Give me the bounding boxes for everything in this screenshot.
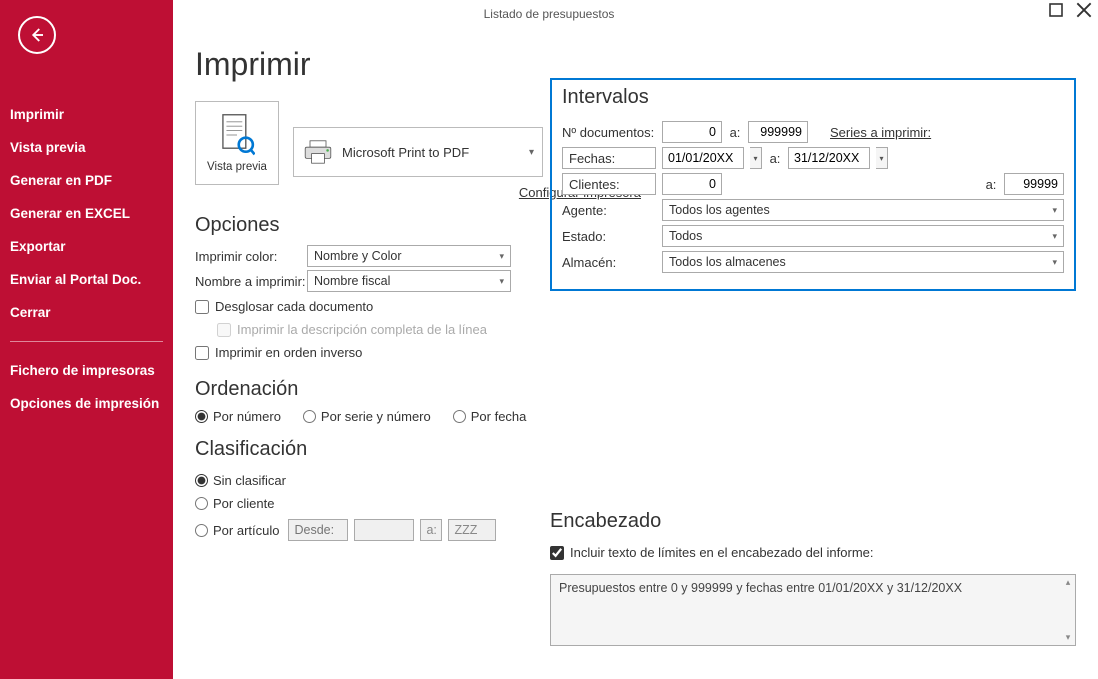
chk-incluir-texto[interactable]: Incluir texto de límites en el encabezad…	[550, 545, 874, 560]
almacen-select[interactable]: Todos los almacenes ▾	[662, 251, 1064, 273]
ndoc-from-input[interactable]	[662, 121, 722, 143]
imprimir-color-value: Nombre y Color	[314, 249, 402, 263]
fecha-to-dd[interactable]: ▾	[876, 147, 888, 169]
clientes-to-input[interactable]	[1004, 173, 1064, 195]
sidebar-item-cerrar[interactable]: Cerrar	[0, 296, 173, 329]
imprimir-color-label: Imprimir color:	[195, 249, 307, 264]
nombre-value: Nombre fiscal	[314, 274, 390, 288]
clientes-button[interactable]: Clientes:	[562, 173, 656, 195]
nombre-label: Nombre a imprimir:	[195, 274, 307, 289]
sidebar-item-enviar-portal[interactable]: Enviar al Portal Doc.	[0, 263, 173, 296]
document-preview-icon	[219, 113, 255, 157]
radio-por-serie[interactable]: Por serie y número	[303, 409, 431, 424]
a-value-input[interactable]	[448, 519, 496, 541]
back-button[interactable]	[18, 16, 56, 54]
agente-value: Todos los agentes	[669, 203, 770, 217]
radio-por-numero[interactable]: Por número	[195, 409, 281, 424]
chk-desglosar[interactable]: Desglosar cada documento	[195, 299, 373, 314]
chk-orden-inverso[interactable]: Imprimir en orden inverso	[195, 345, 362, 360]
estado-label: Estado:	[562, 229, 656, 244]
chk-desc-linea: Imprimir la descripción completa de la l…	[217, 322, 487, 337]
encabezado-textarea[interactable]: Presupuestos entre 0 y 999999 y fechas e…	[550, 574, 1076, 646]
a-label-fecha: a:	[768, 151, 782, 166]
chevron-down-icon: ▾	[1052, 205, 1057, 216]
sidebar: Imprimir Vista previa Generar en PDF Gen…	[0, 0, 173, 679]
printer-icon	[302, 138, 334, 166]
sidebar-item-opciones-impresion[interactable]: Opciones de impresión	[0, 387, 173, 420]
chk-desglosar-label: Desglosar cada documento	[215, 299, 373, 314]
fecha-from-input[interactable]	[662, 147, 744, 169]
agente-select[interactable]: Todos los agentes ▾	[662, 199, 1064, 221]
encabezado-title: Encabezado	[550, 510, 1076, 533]
a-label-input[interactable]	[420, 519, 442, 541]
fecha-to-input[interactable]	[788, 147, 870, 169]
chevron-down-icon: ▾	[1052, 257, 1057, 268]
sidebar-item-generar-pdf[interactable]: Generar en PDF	[0, 164, 173, 197]
sidebar-item-generar-excel[interactable]: Generar en EXCEL	[0, 197, 173, 230]
chk-desc-linea-label: Imprimir la descripción completa de la l…	[237, 322, 487, 337]
estado-select[interactable]: Todos ▾	[662, 225, 1064, 247]
nombre-select[interactable]: Nombre fiscal ▾	[307, 270, 511, 292]
imprimir-color-select[interactable]: Nombre y Color ▾	[307, 245, 511, 267]
chk-incluir-texto-label: Incluir texto de límites en el encabezad…	[570, 545, 874, 560]
chevron-down-icon: ▾	[529, 147, 534, 158]
radio-sin-clasificar[interactable]: Sin clasificar	[195, 473, 1076, 488]
encabezado-text: Presupuestos entre 0 y 999999 y fechas e…	[559, 581, 962, 595]
printer-name: Microsoft Print to PDF	[342, 145, 469, 160]
a-label-clientes: a:	[984, 177, 998, 192]
chevron-down-icon: ▾	[1052, 231, 1057, 242]
clasificacion-title: Clasificación	[195, 438, 1076, 461]
a-label: a:	[728, 125, 742, 140]
window-title: Listado de presupuestos	[484, 7, 615, 21]
chk-desc-linea-input	[217, 323, 231, 337]
fecha-from-dd[interactable]: ▾	[750, 147, 762, 169]
printer-dropdown[interactable]: Microsoft Print to PDF ▾	[293, 127, 543, 177]
sidebar-item-fichero-impresoras[interactable]: Fichero de impresoras	[0, 354, 173, 387]
agente-label: Agente:	[562, 203, 656, 218]
desde-input[interactable]	[288, 519, 348, 541]
chk-orden-inverso-input[interactable]	[195, 346, 209, 360]
chevron-down-icon: ▾	[499, 276, 504, 287]
desde-value-input[interactable]	[354, 519, 414, 541]
sidebar-item-exportar[interactable]: Exportar	[0, 230, 173, 263]
scrollbar[interactable]: ▴▾	[1063, 577, 1073, 643]
clientes-from-input[interactable]	[662, 173, 722, 195]
series-imprimir-link[interactable]: Series a imprimir:	[830, 125, 931, 140]
chk-incluir-texto-input[interactable]	[550, 546, 564, 560]
ndoc-label: Nº documentos:	[562, 125, 656, 140]
estado-value: Todos	[669, 229, 702, 243]
chk-orden-inverso-label: Imprimir en orden inverso	[215, 345, 362, 360]
radio-por-fecha[interactable]: Por fecha	[453, 409, 527, 424]
sidebar-item-vista-previa[interactable]: Vista previa	[0, 131, 173, 164]
ordenacion-title: Ordenación	[195, 378, 1076, 401]
encabezado-panel: Encabezado Incluir texto de límites en e…	[550, 496, 1076, 646]
chk-desglosar-input[interactable]	[195, 300, 209, 314]
window-close-icon[interactable]	[1076, 2, 1092, 18]
intervalos-title: Intervalos	[562, 86, 1064, 109]
ndoc-to-input[interactable]	[748, 121, 808, 143]
sidebar-item-imprimir[interactable]: Imprimir	[0, 98, 173, 131]
fechas-button[interactable]: Fechas:	[562, 147, 656, 169]
almacen-label: Almacén:	[562, 255, 656, 270]
intervalos-panel: Intervalos Nº documentos: a: Series a im…	[550, 78, 1076, 291]
preview-button[interactable]: Vista previa	[195, 101, 279, 185]
chevron-down-icon: ▾	[499, 251, 504, 262]
almacen-value: Todos los almacenes	[669, 255, 786, 269]
preview-label: Vista previa	[207, 161, 267, 173]
sidebar-separator	[10, 341, 163, 342]
window-maximize-icon[interactable]	[1048, 2, 1064, 18]
